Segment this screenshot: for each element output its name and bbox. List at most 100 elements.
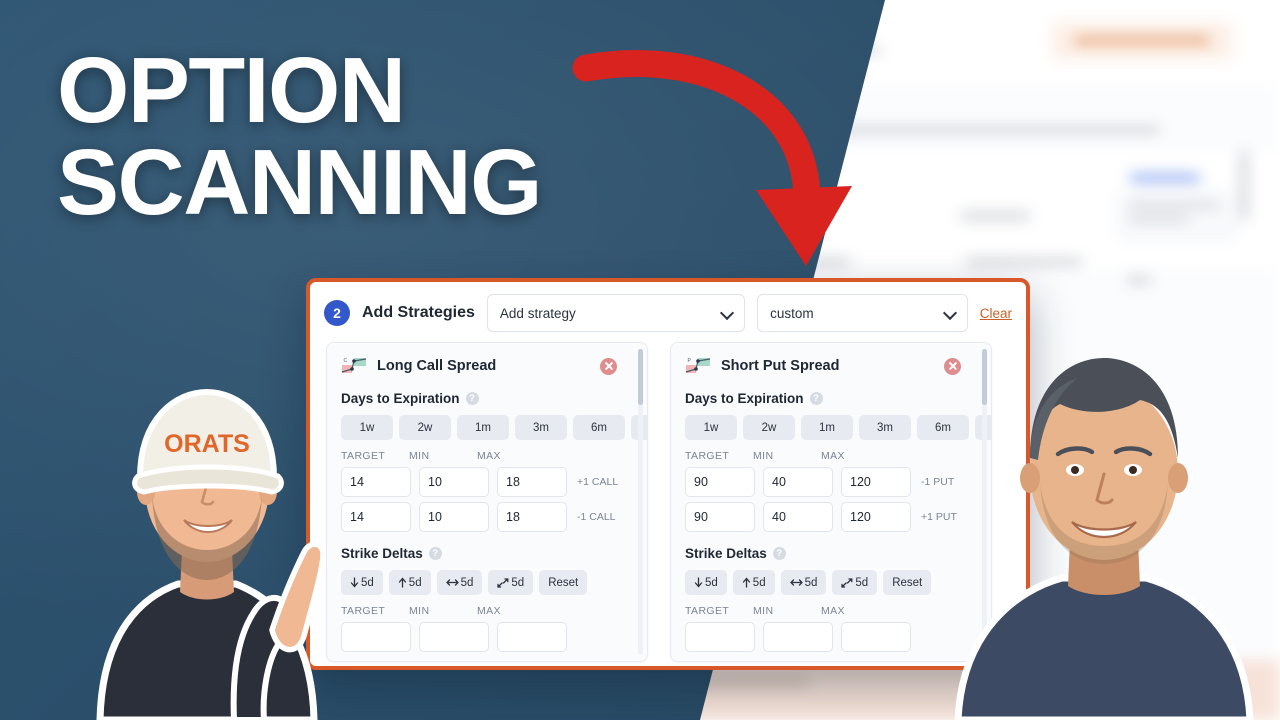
column-header-target: TARGET bbox=[685, 450, 730, 462]
add-strategy-select-value: Add strategy bbox=[499, 305, 576, 321]
presenter-left: ORATS bbox=[96, 388, 326, 720]
background-link bbox=[1130, 174, 1200, 182]
strategy-card: C Long Call Spread Days to Expiration ? … bbox=[326, 342, 648, 662]
deltas-row bbox=[671, 617, 991, 652]
background-card-line bbox=[1128, 202, 1220, 208]
strategy-card-title: Short Put Spread bbox=[721, 358, 840, 374]
delta-button-row: 5d 5d 5d 5d Reset bbox=[327, 561, 647, 595]
dte-target-input[interactable]: 90 bbox=[685, 502, 755, 532]
delta-narrow-button[interactable]: 5d bbox=[488, 570, 534, 595]
add-strategies-panel: 2 Add Strategies Add strategy custom Cle… bbox=[306, 278, 1030, 670]
card-scrollbar[interactable] bbox=[638, 349, 643, 655]
delta-widen-button[interactable]: 5d bbox=[436, 570, 483, 595]
delta-narrow-button[interactable]: 5d bbox=[832, 570, 878, 595]
delta-down-label: 5d bbox=[361, 576, 374, 589]
delta-widen-button[interactable]: 5d bbox=[780, 570, 827, 595]
help-icon[interactable]: ? bbox=[809, 392, 823, 405]
dte-min-input[interactable]: 40 bbox=[763, 467, 833, 497]
delta-max-input[interactable] bbox=[497, 622, 567, 652]
presenter-right bbox=[954, 358, 1254, 720]
dte-min-input[interactable]: 40 bbox=[763, 502, 833, 532]
delta-reset-button[interactable]: Reset bbox=[883, 570, 932, 595]
column-header-max: MAX bbox=[821, 605, 845, 617]
arrow-converge-icon bbox=[841, 577, 853, 588]
column-header-max: MAX bbox=[477, 605, 501, 617]
strategy-card-title: Long Call Spread bbox=[377, 358, 497, 374]
payoff-diagram-call-icon: C bbox=[341, 358, 367, 373]
dte-row: 90 40 120 -1 PUT bbox=[671, 462, 991, 497]
add-strategy-select[interactable]: Add strategy bbox=[486, 294, 746, 332]
arrow-down-icon bbox=[694, 577, 703, 588]
delta-button-row: 5d 5d 5d 5d Reset bbox=[671, 561, 991, 595]
column-header-min: MIN bbox=[753, 450, 774, 462]
delta-max-input[interactable] bbox=[841, 622, 911, 652]
delta-up-button[interactable]: 5d bbox=[388, 570, 431, 595]
dte-preset-1w[interactable]: 1w bbox=[685, 415, 737, 440]
column-header-min: MIN bbox=[409, 605, 430, 617]
dte-preset-6m[interactable]: 6m bbox=[573, 415, 625, 440]
dte-max-input[interactable]: 18 bbox=[497, 502, 567, 532]
delta-min-input[interactable] bbox=[419, 622, 489, 652]
help-icon[interactable]: ? bbox=[465, 392, 479, 405]
arrow-up-icon bbox=[742, 577, 750, 588]
arrow-down-icon bbox=[350, 577, 359, 588]
help-icon[interactable]: ? bbox=[772, 547, 786, 560]
preset-select-value: custom bbox=[770, 305, 814, 321]
leg-label: +1 CALL bbox=[577, 476, 619, 488]
dte-preset-1m[interactable]: 1m bbox=[801, 415, 853, 440]
delta-target-input[interactable] bbox=[341, 622, 411, 652]
dte-min-input[interactable]: 10 bbox=[419, 502, 489, 532]
strategy-card-header: P Short Put Spread bbox=[671, 343, 991, 385]
dte-preset-3m[interactable]: 3m bbox=[515, 415, 567, 440]
dte-preset-3m[interactable]: 3m bbox=[859, 415, 911, 440]
dte-preset-1m[interactable]: 1m bbox=[457, 415, 509, 440]
dte-max-input[interactable]: 120 bbox=[841, 502, 911, 532]
dte-row: 14 10 18 -1 CALL bbox=[327, 497, 647, 532]
dte-max-input[interactable]: 18 bbox=[497, 467, 567, 497]
dte-target-input[interactable]: 14 bbox=[341, 467, 411, 497]
cap-brand-text: ORATS bbox=[164, 430, 250, 458]
arrow-left-right-icon bbox=[789, 579, 803, 586]
delta-widen-label: 5d bbox=[460, 576, 474, 589]
dte-min-input[interactable]: 10 bbox=[419, 467, 489, 497]
deltas-column-headers: TARGET MIN MAX bbox=[327, 595, 647, 617]
svg-text:P: P bbox=[688, 358, 692, 364]
delta-down-label: 5d bbox=[705, 576, 718, 589]
chevron-down-icon bbox=[722, 307, 733, 318]
strategy-card-list: C Long Call Spread Days to Expiration ? … bbox=[310, 342, 1026, 662]
panel-header: 2 Add Strategies Add strategy custom Cle… bbox=[310, 282, 1026, 342]
deltas-section-label: Strike Deltas bbox=[341, 546, 423, 561]
preset-select[interactable]: custom bbox=[757, 294, 968, 332]
delta-up-button[interactable]: 5d bbox=[732, 570, 775, 595]
help-icon[interactable]: ? bbox=[428, 547, 442, 560]
column-header-target: TARGET bbox=[685, 605, 730, 617]
leg-label: -1 CALL bbox=[577, 511, 616, 523]
delta-down-button[interactable]: 5d bbox=[685, 570, 727, 595]
payoff-diagram-put-icon: P bbox=[685, 358, 711, 373]
dte-column-headers: TARGET MIN MAX bbox=[671, 440, 991, 462]
close-icon[interactable] bbox=[600, 357, 617, 375]
column-header-max: MAX bbox=[477, 450, 501, 462]
dte-preset-row: 1w 2w 1m 3m 6m 1y bbox=[671, 406, 991, 440]
delta-down-button[interactable]: 5d bbox=[341, 570, 383, 595]
column-header-target: TARGET bbox=[341, 605, 386, 617]
delta-up-label: 5d bbox=[408, 576, 422, 589]
dte-max-input[interactable]: 120 bbox=[841, 467, 911, 497]
dte-preset-1w[interactable]: 1w bbox=[341, 415, 393, 440]
dte-preset-2w[interactable]: 2w bbox=[743, 415, 795, 440]
background-scrollbar bbox=[1240, 150, 1248, 220]
deltas-section-label-wrap: Strike Deltas ? bbox=[327, 532, 647, 561]
dte-target-input[interactable]: 90 bbox=[685, 467, 755, 497]
delta-target-input[interactable] bbox=[685, 622, 755, 652]
dte-preset-2w[interactable]: 2w bbox=[399, 415, 451, 440]
title-line-1: OPTION bbox=[57, 38, 406, 142]
dte-preset-row: 1w 2w 1m 3m 6m 1y bbox=[327, 406, 647, 440]
delta-narrow-label: 5d bbox=[511, 576, 525, 589]
delta-reset-button[interactable]: Reset bbox=[539, 570, 588, 595]
delta-widen-label: 5d bbox=[804, 576, 818, 589]
dte-target-input[interactable]: 14 bbox=[341, 502, 411, 532]
column-header-max: MAX bbox=[821, 450, 845, 462]
strategy-card-header: C Long Call Spread bbox=[327, 343, 647, 385]
background-card-line bbox=[1128, 216, 1190, 222]
delta-min-input[interactable] bbox=[763, 622, 833, 652]
